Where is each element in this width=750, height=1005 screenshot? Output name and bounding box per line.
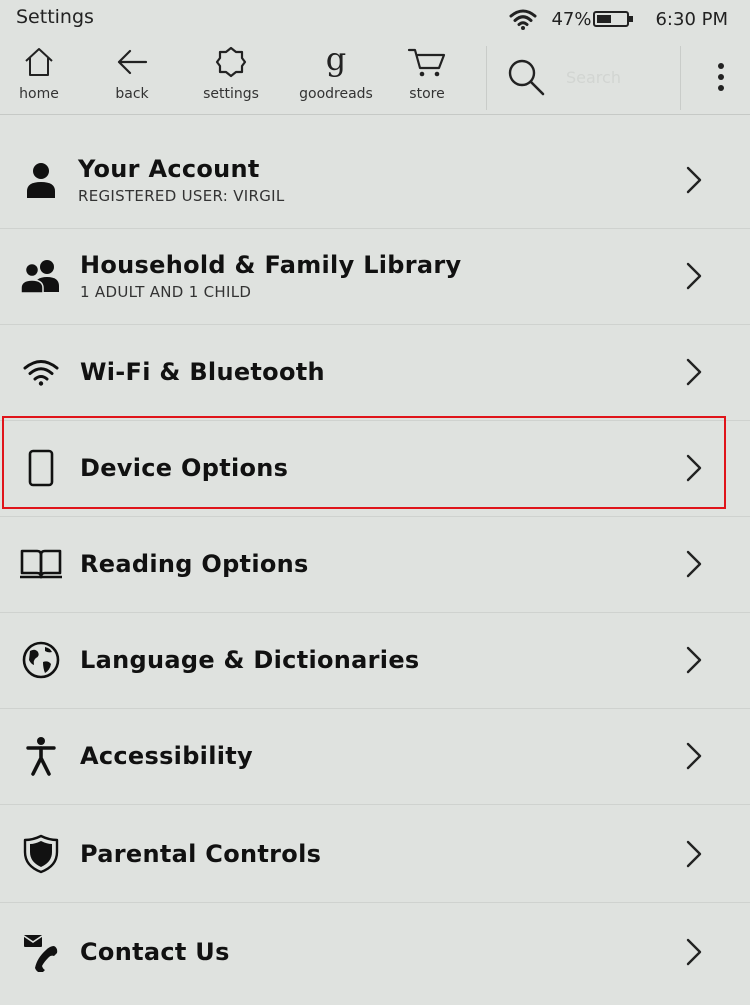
wifi-status-icon [509, 9, 537, 30]
settings-item-subtitle: REGISTERED USER: VIRGIL [78, 187, 285, 205]
toolbar-divider [680, 46, 681, 110]
settings-item-language-dictionaries[interactable]: Language & Dictionaries [0, 612, 750, 709]
person-icon [18, 157, 64, 203]
settings-item-contact-us[interactable]: Contact Us [0, 904, 750, 1000]
settings-item-title: Wi-Fi & Bluetooth [80, 358, 325, 386]
settings-item-title: Contact Us [80, 938, 230, 966]
battery-percent: 47% [551, 8, 592, 30]
toolbar-divider [486, 46, 487, 110]
people-icon [18, 253, 64, 299]
toolbar: home back settings g goodreads store Sea… [0, 40, 750, 115]
book-icon [18, 541, 64, 587]
chevron-right-icon [686, 166, 702, 194]
clock: 6:30 PM [655, 8, 728, 30]
chevron-right-icon [686, 646, 702, 674]
home-button[interactable]: home [0, 40, 84, 114]
more-menu-button[interactable] [698, 52, 744, 102]
back-label: back [115, 86, 149, 102]
settings-item-household[interactable]: Household & Family Library 1 ADULT AND 1… [0, 228, 750, 325]
chevron-right-icon [686, 742, 702, 770]
shield-icon [18, 831, 64, 877]
accessibility-icon [18, 733, 64, 779]
settings-item-wifi-bluetooth[interactable]: Wi-Fi & Bluetooth [0, 324, 750, 421]
settings-item-subtitle: 1 ADULT AND 1 CHILD [80, 283, 252, 301]
battery-icon [593, 11, 634, 27]
settings-item-title: Accessibility [80, 742, 253, 770]
home-label: home [19, 86, 59, 102]
settings-item-reading-options[interactable]: Reading Options [0, 516, 750, 613]
chevron-right-icon [686, 358, 702, 386]
settings-item-your-account[interactable]: Your Account REGISTERED USER: VIRGIL [0, 132, 750, 229]
contact-icon [18, 929, 64, 975]
status-bar: Settings 47% 6:30 PM [0, 0, 750, 38]
back-arrow-icon [117, 49, 148, 75]
chevron-right-icon [686, 938, 702, 966]
chevron-right-icon [686, 840, 702, 868]
status-indicators: 47% 6:30 PM [509, 8, 728, 30]
settings-label: settings [203, 86, 259, 102]
globe-icon [18, 637, 64, 683]
status-title: Settings [16, 6, 94, 28]
goodreads-button[interactable]: g goodreads [291, 40, 381, 114]
settings-item-title: Your Account [78, 155, 260, 183]
search-input[interactable]: Search [490, 40, 678, 114]
store-button[interactable]: store [382, 40, 472, 114]
goodreads-label: goodreads [299, 86, 373, 102]
settings-item-accessibility[interactable]: Accessibility [0, 708, 750, 805]
settings-item-title: Reading Options [80, 550, 309, 578]
settings-button[interactable]: settings [186, 40, 276, 114]
search-placeholder: Search [566, 67, 621, 87]
chevron-right-icon [686, 550, 702, 578]
settings-item-title: Household & Family Library [80, 251, 462, 279]
gear-icon [215, 46, 247, 78]
settings-item-parental-controls[interactable]: Parental Controls [0, 806, 750, 903]
settings-item-title: Language & Dictionaries [80, 646, 420, 674]
store-label: store [409, 86, 445, 102]
more-vertical-icon [718, 63, 724, 91]
chevron-right-icon [686, 262, 702, 290]
search-icon [508, 59, 545, 96]
highlight-box [2, 416, 726, 509]
settings-item-title: Parental Controls [80, 840, 322, 868]
cart-icon [407, 48, 446, 77]
goodreads-icon: g [325, 40, 347, 78]
back-button[interactable]: back [87, 40, 177, 114]
wifi-icon [18, 349, 64, 395]
home-icon [25, 48, 53, 76]
